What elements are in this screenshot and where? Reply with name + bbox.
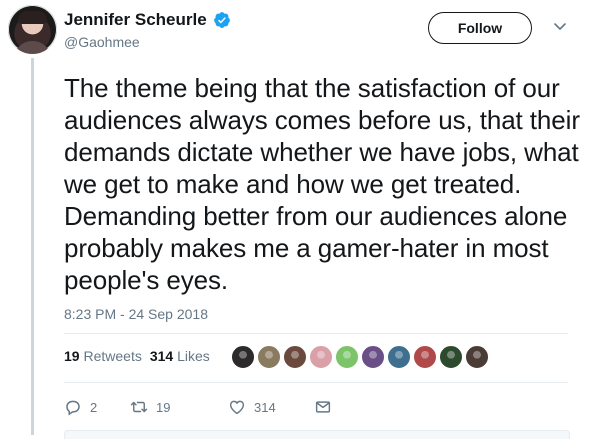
liker-avatar-3[interactable]	[283, 345, 307, 369]
retweets-label: Retweets	[83, 348, 142, 364]
retweet-action[interactable]: 19	[130, 398, 228, 416]
avatar-hair	[18, 11, 47, 24]
verified-badge-icon	[213, 12, 230, 28]
liker-avatar-4[interactable]	[309, 345, 333, 369]
reply-count: 2	[90, 399, 98, 415]
liker-avatar-8[interactable]	[413, 345, 437, 369]
liker-avatar-1[interactable]	[231, 345, 255, 369]
liker-avatar-5[interactable]	[335, 345, 359, 369]
liker-avatar-7[interactable]	[387, 345, 411, 369]
retweets-count: 19	[64, 348, 80, 364]
retweet-count: 19	[156, 399, 171, 415]
tweet-actions: 2 19 314	[64, 398, 332, 416]
likes-stat[interactable]: 314 Likes	[150, 348, 210, 364]
engagement-stats: 19 Retweets 314 Likes	[64, 348, 218, 364]
follow-button[interactable]: Follow	[428, 12, 532, 44]
liker-avatars	[231, 345, 491, 369]
liker-avatar-2[interactable]	[257, 345, 281, 369]
liker-avatar-9[interactable]	[439, 345, 463, 369]
heart-icon	[229, 400, 245, 415]
divider-top	[64, 333, 568, 334]
thread-line	[31, 58, 34, 435]
liker-avatar-10[interactable]	[465, 345, 489, 369]
direct-message-action[interactable]	[314, 398, 332, 416]
tweet-timestamp[interactable]: 8:23 PM - 24 Sep 2018	[64, 306, 208, 322]
liker-avatar-6[interactable]	[361, 345, 385, 369]
likes-label: Likes	[177, 348, 210, 364]
reply-icon	[66, 400, 80, 416]
author-name[interactable]: Jennifer Scheurle	[64, 10, 207, 30]
envelope-icon	[315, 401, 331, 413]
avatar-shoulders	[14, 41, 51, 54]
like-action[interactable]: 314	[228, 398, 314, 416]
reply-action[interactable]: 2	[64, 398, 130, 416]
like-count: 314	[254, 399, 276, 415]
author-name-row[interactable]: Jennifer Scheurle	[64, 10, 231, 30]
avatar[interactable]	[8, 5, 57, 54]
likes-count: 314	[149, 348, 174, 364]
retweets-stat[interactable]: 19 Retweets	[64, 348, 142, 364]
author-handle[interactable]: @Gaohmee	[64, 34, 140, 50]
divider-bottom	[64, 382, 568, 383]
tweet-text: The theme being that the satisfaction of…	[64, 73, 580, 295]
retweet-icon	[130, 401, 148, 413]
chevron-down-icon[interactable]	[553, 22, 567, 32]
